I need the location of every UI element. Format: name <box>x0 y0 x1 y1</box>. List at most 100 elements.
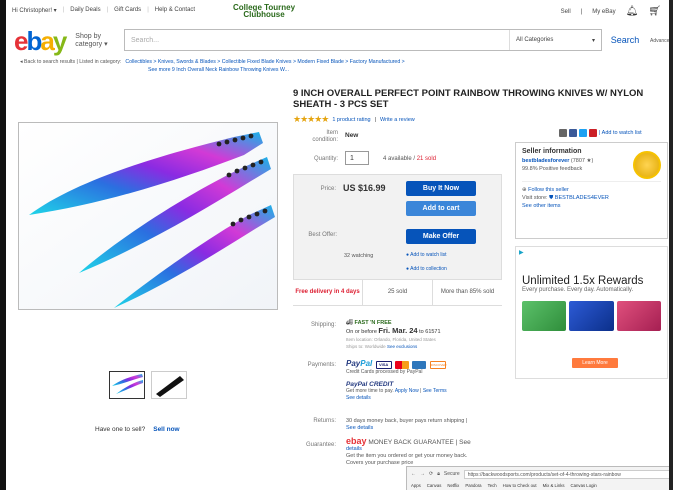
visa-card-icon: VISA <box>375 360 392 369</box>
see-other-items-link[interactable]: See other items <box>522 202 661 210</box>
quantity-label: Quantity: <box>313 156 338 162</box>
store-icon: ⛊ <box>549 195 554 201</box>
sold-count-link[interactable]: 21 sold <box>417 156 436 162</box>
availability-text: 4 available / 21 sold <box>383 156 437 162</box>
see-terms-link[interactable]: See Terms <box>423 388 447 394</box>
add-to-collection-link[interactable]: ● Add to collection <box>406 266 447 272</box>
back-to-results-link[interactable]: ◂ Back to search results | Listed in cat… <box>20 59 121 65</box>
breadcrumb-see-more[interactable]: See more 9 Inch Overall Neck Rainbow Thr… <box>20 66 660 74</box>
add-to-cart-button[interactable]: Add to cart <box>406 201 476 216</box>
facebook-share-icon[interactable] <box>569 129 577 137</box>
category-select[interactable]: All Categories ▾ <box>509 30 601 50</box>
greeting-menu[interactable]: Hi Christopher! ▾ <box>12 7 57 14</box>
reload-icon[interactable]: ⟳ <box>429 471 433 477</box>
seller-name-link[interactable]: bestbladesforever <box>522 158 569 164</box>
bookmark-canvas[interactable]: Canvas <box>427 483 442 488</box>
url-field[interactable]: https://backwoodsports.com/products/set-… <box>463 469 669 479</box>
bookmark-pandora[interactable]: Pandora <box>465 483 481 488</box>
delivery-sold-strip: Free delivery in 4 days 25 sold More tha… <box>293 279 502 305</box>
top-right-links: Sell | My eBay 🔔︎ 🛒︎ <box>560 6 661 17</box>
discover-card-icon: DISCOVER <box>429 360 447 369</box>
bookmark-apps[interactable]: Apps <box>411 483 421 488</box>
ad-card-images <box>522 301 661 331</box>
bookmark-canvas-login[interactable]: Canvas Login <box>571 483 597 488</box>
thumbnail-knives[interactable] <box>109 371 145 399</box>
ad-choices-icon[interactable]: ▶ <box>519 249 524 256</box>
zip-code-link[interactable]: to 61571 <box>419 329 440 335</box>
guarantee-see-link[interactable]: | See <box>456 439 471 446</box>
my-ebay-link[interactable]: My eBay <box>592 9 615 15</box>
bookmark-check-out[interactable]: How to Check out <box>503 483 537 488</box>
forward-arrow-icon[interactable]: → <box>420 471 425 477</box>
blue-card-image <box>569 301 614 331</box>
add-to-watch-list-link[interactable]: ● Add to watch list <box>406 252 447 258</box>
daily-deals-link[interactable]: Daily Deals <box>70 7 100 13</box>
product-main-image[interactable] <box>18 122 278 310</box>
learn-more-button[interactable]: Learn More <box>572 358 618 368</box>
thumbnail-sheath[interactable] <box>151 371 187 399</box>
bookmark-netflix[interactable]: Netflix <box>447 483 459 488</box>
returns-details-link[interactable]: See details <box>346 425 506 432</box>
returns-label: Returns: <box>313 418 336 424</box>
bookmark-tech[interactable]: Tech <box>488 483 497 488</box>
seller-score: (7807 ★) <box>570 158 594 164</box>
bookmark-mix-links[interactable]: Mix & Links <box>543 483 565 488</box>
payment-info: PayPal VISA DISCOVER Credit Cards proces… <box>346 360 506 402</box>
advanced-search-link[interactable]: Advanced <box>650 38 669 44</box>
guarantee-label: Guarantee: <box>305 442 336 448</box>
product-rating-link[interactable]: 1 product rating <box>332 117 370 123</box>
item-price: US $16.99 <box>343 183 386 193</box>
top-rated-seller-seal-icon <box>633 151 661 179</box>
make-offer-button[interactable]: Make Offer <box>406 229 476 244</box>
breadcrumb-path[interactable]: Collectibles > Knives, Swords & Blades >… <box>125 59 404 65</box>
email-share-icon[interactable] <box>559 129 567 137</box>
ebay-logo[interactable]: ebay <box>14 28 67 54</box>
quantity-input[interactable]: 1 <box>345 151 369 165</box>
have-one-to-sell: Have one to sell? Sell now <box>95 426 180 433</box>
pinterest-share-icon[interactable] <box>589 129 597 137</box>
image-thumbnails <box>109 371 187 399</box>
notification-bell-icon[interactable]: 🔔︎ <box>626 6 639 17</box>
pink-card-image <box>616 301 661 331</box>
ad-subtext: Every purchase. Every day. Automatically… <box>522 287 634 293</box>
twitter-share-icon[interactable] <box>579 129 587 137</box>
sell-link[interactable]: Sell <box>561 9 571 15</box>
buy-it-now-button[interactable]: Buy It Now <box>406 181 476 196</box>
browser-chrome-overlay: ← → ⟳ 🔒︎ Secure https://backwoodsports.c… <box>406 466 669 490</box>
gift-cards-link[interactable]: Gift Cards <box>114 7 141 13</box>
search-placeholder: Search... <box>131 36 160 44</box>
guarantee-details-link[interactable]: details <box>346 446 506 453</box>
add-to-watch-list-top[interactable]: | Add to watch list <box>599 130 642 136</box>
write-review-link[interactable]: Write a review <box>380 117 415 123</box>
search-input[interactable]: Search... All Categories ▾ <box>124 29 602 51</box>
chevron-down-icon: ▾ <box>591 37 595 44</box>
apply-now-link[interactable]: Apply Now <box>395 388 419 394</box>
cart-icon[interactable]: 🛒︎ <box>648 6 661 17</box>
visit-store-link[interactable]: BESTBLADES4EVER <box>555 195 609 201</box>
see-exclusions-link[interactable]: See exclusions <box>387 344 417 349</box>
mastercard-icon <box>395 360 410 369</box>
plus-icon: ⊕ <box>522 187 527 193</box>
sell-now-link[interactable]: Sell now <box>153 426 179 433</box>
item-location: Item location: Orlando, Florida, United … <box>346 337 436 342</box>
promo-line-2: Clubhouse <box>243 10 285 19</box>
item-rating: ★★★★★ 1 product rating | Write a review <box>293 114 415 124</box>
secure-label: Secure <box>443 471 460 477</box>
help-contact-link[interactable]: Help & Contact <box>155 7 195 13</box>
watching-count: 32 watching <box>344 253 374 259</box>
payment-details-link[interactable]: See details <box>346 395 506 402</box>
search-button[interactable]: Search <box>606 29 644 51</box>
credit-processed-note: Credit Cards processed by PayPal <box>346 369 423 375</box>
seller-info-box: Seller information bestbladesforever (78… <box>515 142 668 239</box>
shop-by-category[interactable]: Shop by category ▾ <box>75 33 107 49</box>
ebay-listing-page: Hi Christopher! ▾ | Daily Deals | Gift C… <box>0 0 673 490</box>
ebay-guarantee-logo: ebay <box>346 436 367 446</box>
popularity-note: More than 85% sold <box>433 280 502 305</box>
ad-headline: Unlimited 1.5x Rewards <box>522 275 644 287</box>
promo-banner[interactable]: College Tourney Clubhouse <box>233 4 295 19</box>
item-title: 9 INCH OVERALL PERFECT POINT RAINBOW THR… <box>293 88 644 110</box>
follow-seller-link[interactable]: Follow this seller <box>528 187 569 193</box>
guarantee-info: ebay MONEY BACK GUARANTEE | See details … <box>346 436 506 467</box>
credit-card-ad[interactable]: ▶ Unlimited 1.5x Rewards Every purchase.… <box>515 246 668 379</box>
back-arrow-icon[interactable]: ← <box>411 471 416 477</box>
